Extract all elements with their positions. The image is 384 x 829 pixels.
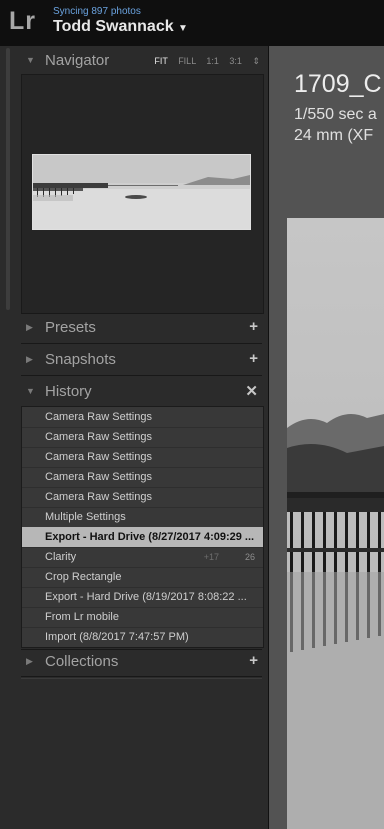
triangle-down-icon[interactable]: ▼ (26, 55, 35, 65)
history-header[interactable]: ▼ History ✕ (16, 378, 268, 406)
navigator-header[interactable]: ▼ Navigator FIT FILL 1:1 3:1 ⇕ (16, 47, 268, 75)
left-panel: ▼ Navigator FIT FILL 1:1 3:1 ⇕ ▶ Presets… (16, 46, 269, 829)
scroll-handle[interactable] (6, 48, 10, 310)
clear-history-icon[interactable]: ✕ (245, 382, 258, 400)
zoom-fill[interactable]: FILL (178, 56, 196, 66)
navigator-preview[interactable] (21, 74, 264, 314)
history-item-label: Camera Raw Settings (45, 451, 152, 463)
history-item[interactable]: Camera Raw Settings (22, 407, 263, 428)
history-item[interactable]: Export - Hard Drive (8/19/2017 8:08:22 .… (22, 587, 263, 608)
history-item-label: Camera Raw Settings (45, 471, 152, 483)
snapshots-title: Snapshots (45, 351, 116, 368)
history-item-value: 26 (244, 552, 255, 562)
history-item-label: Camera Raw Settings (45, 411, 152, 423)
history-item[interactable]: Camera Raw Settings (22, 467, 263, 488)
identity-plate: Lr Syncing 897 photos Todd Swannack ▼ (0, 0, 384, 46)
zoom-menu-icon[interactable]: ⇕ (252, 56, 260, 66)
add-collection-icon[interactable]: + (249, 652, 258, 669)
add-snapshot-icon[interactable]: + (249, 350, 258, 367)
divider (21, 343, 262, 344)
history-item[interactable]: Multiple Settings (22, 507, 263, 528)
lightroom-logo: Lr (9, 7, 36, 35)
history-title: History (45, 383, 92, 400)
triangle-down-icon[interactable]: ▼ (26, 386, 35, 396)
main-photo[interactable] (287, 218, 384, 829)
navigator-thumbnail[interactable] (32, 154, 251, 230)
history-item-label: Camera Raw Settings (45, 431, 152, 443)
triangle-right-icon[interactable]: ▶ (26, 354, 33, 365)
history-item[interactable]: From Lr mobile (22, 607, 263, 628)
history-item-label: Clarity (45, 551, 77, 563)
presets-header[interactable]: ▶ Presets + (16, 314, 268, 342)
history-item[interactable]: Camera Raw Settings (22, 447, 263, 468)
zoom-3-1[interactable]: 3:1 (229, 56, 242, 66)
pier-thumbnail-image (33, 155, 250, 229)
loupe-view[interactable]: 1709_C 1/550 sec a 24 mm (XF (269, 46, 384, 829)
history-item-label: Camera Raw Settings (45, 491, 152, 503)
history-item-label: Export - Hard Drive (8/19/2017 8:08:22 .… (45, 591, 247, 603)
collections-header[interactable]: ▶ Collections + (16, 648, 268, 676)
history-item-label: Import (8/8/2017 7:47:57 PM) (45, 631, 189, 643)
divider (21, 375, 262, 376)
history-item-label: Export - Hard Drive (8/27/2017 4:09:29 .… (45, 531, 255, 543)
chevron-down-icon[interactable]: ▼ (178, 23, 188, 34)
divider (21, 678, 262, 679)
history-list: Camera Raw Settings Camera Raw Settings … (21, 406, 264, 648)
collections-title: Collections (45, 653, 119, 670)
sync-status[interactable]: Syncing 897 photos (53, 6, 141, 17)
history-item[interactable]: Crop Rectangle (22, 567, 263, 588)
photo-exposure-info: 1/550 sec a (294, 106, 377, 123)
history-item-label: From Lr mobile (45, 611, 119, 623)
snapshots-header[interactable]: ▶ Snapshots + (16, 346, 268, 374)
navigator-title: Navigator (45, 52, 110, 69)
presets-title: Presets (45, 319, 96, 336)
history-item-label: Multiple Settings (45, 511, 126, 523)
add-preset-icon[interactable]: + (249, 318, 258, 335)
photo-filename: 1709_C (294, 70, 382, 98)
history-item[interactable]: Import (8/8/2017 7:47:57 PM) (22, 627, 263, 647)
zoom-fit[interactable]: FIT (154, 56, 167, 66)
navigator-zoom-options: FIT FILL 1:1 3:1 ⇕ (146, 56, 260, 67)
history-item[interactable]: Camera Raw Settings (22, 487, 263, 508)
pier-photo-image (287, 218, 384, 829)
history-item-selected[interactable]: Export - Hard Drive (8/27/2017 4:09:29 .… (22, 527, 263, 548)
history-item[interactable]: Camera Raw Settings (22, 427, 263, 448)
zoom-1-1[interactable]: 1:1 (206, 56, 219, 66)
triangle-right-icon[interactable]: ▶ (26, 656, 33, 667)
panel-scrollbar[interactable] (0, 46, 16, 829)
history-item-change: +17 (203, 552, 219, 562)
divider (21, 676, 262, 677)
photo-lens-info: 24 mm (XF (294, 127, 374, 144)
user-name[interactable]: Todd Swannack (53, 18, 174, 36)
history-item-label: Crop Rectangle (45, 571, 122, 583)
history-item[interactable]: Clarity +17 26 (22, 547, 263, 568)
triangle-right-icon[interactable]: ▶ (26, 322, 33, 333)
